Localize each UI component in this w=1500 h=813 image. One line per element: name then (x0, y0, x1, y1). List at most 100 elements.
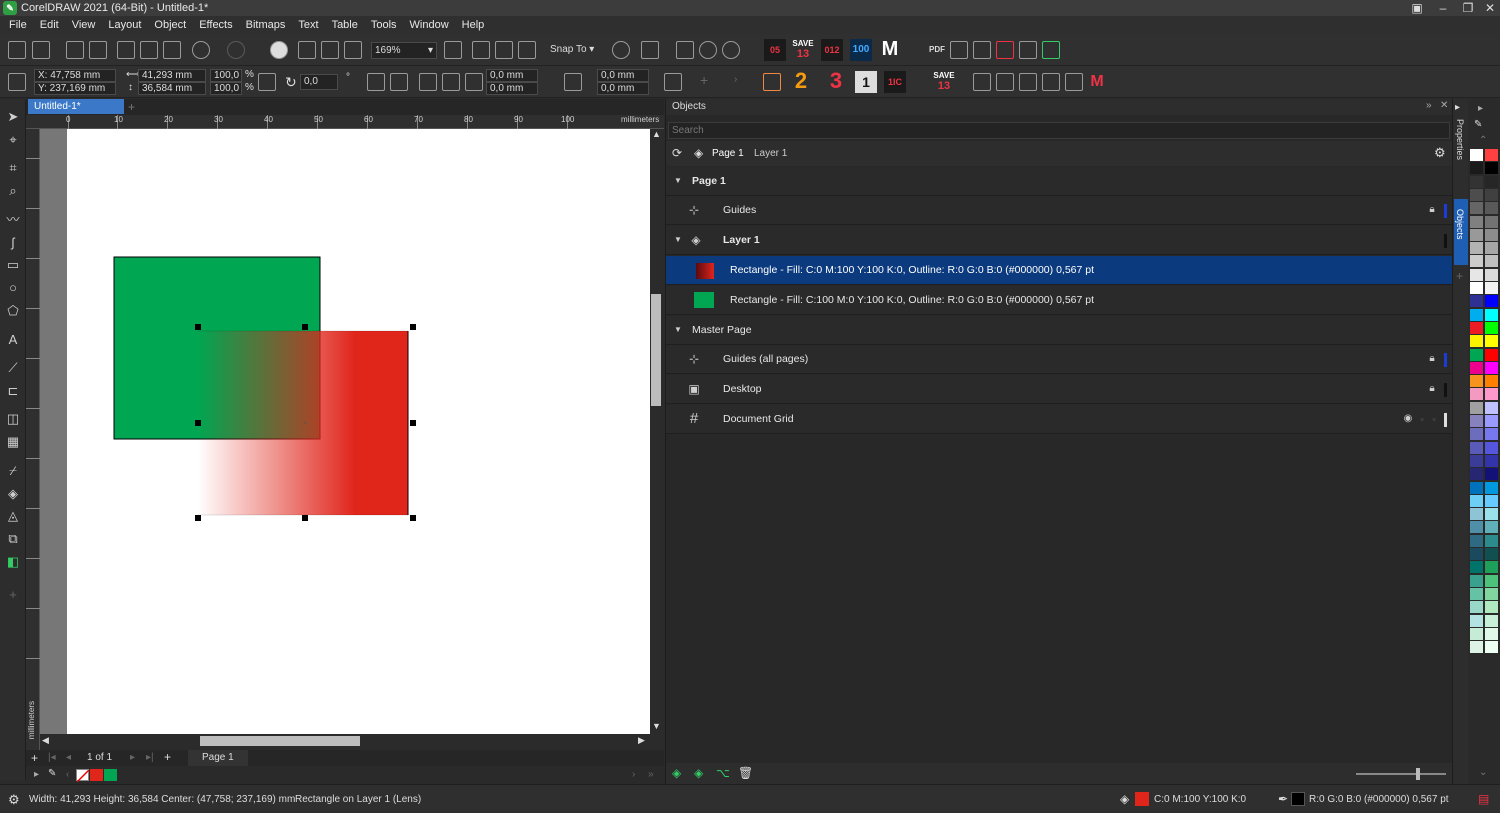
macro-100-icon[interactable]: 100 (850, 39, 872, 61)
scroll-up-icon[interactable]: ▲ (652, 129, 661, 139)
palette-swatch[interactable] (1485, 415, 1498, 427)
lock-icon[interactable]: 🔒︎ (1424, 352, 1440, 366)
macro-tool-h-icon[interactable] (1019, 73, 1037, 91)
menu-help[interactable]: Help (457, 19, 493, 31)
slider-handle[interactable] (1416, 768, 1420, 780)
drop-shadow-tool-icon[interactable]: ◫ (5, 411, 21, 427)
macro-copy-icon[interactable] (763, 73, 781, 91)
palette-swatch[interactable] (1485, 641, 1498, 654)
eyedropper-tool-icon[interactable]: ⌿ (5, 463, 21, 479)
block-shadow-tool-icon[interactable]: ◧ (5, 554, 21, 570)
docker-options-gear-icon[interactable]: ⚙ (1434, 145, 1446, 161)
hints-gear-icon[interactable]: ⚙ (8, 792, 20, 808)
macro-tool-d-icon[interactable] (1019, 41, 1037, 59)
undo-icon[interactable] (192, 41, 210, 59)
object-origin-icon[interactable] (8, 73, 26, 91)
scalloped-corner-icon[interactable] (442, 73, 460, 91)
tree-row-master-page[interactable]: ▼ Master Page (666, 316, 1453, 345)
palette-swatch[interactable] (1485, 188, 1498, 201)
cloud-download-icon[interactable] (722, 41, 740, 59)
export-icon[interactable] (321, 41, 339, 59)
open-icon[interactable] (32, 41, 50, 59)
menu-layout[interactable]: Layout (103, 19, 149, 31)
menu-view[interactable]: View (67, 19, 104, 31)
page-manager-icon[interactable]: ⟳ (672, 146, 682, 160)
palette-swatch[interactable] (1485, 601, 1498, 614)
scroll-left-icon[interactable]: ‹ (66, 769, 69, 780)
lock-corners-icon[interactable] (564, 73, 582, 91)
palette-swatch[interactable] (1485, 255, 1498, 268)
menu-edit[interactable]: Edit (35, 19, 67, 31)
cut-icon[interactable] (117, 41, 135, 59)
move-to-layer-icon[interactable]: ⌥ (716, 766, 730, 780)
height-field[interactable]: 36,584 mm (138, 82, 206, 95)
snap-to-dropdown[interactable]: Snap To ▾ (550, 44, 594, 55)
palette-swatch[interactable] (1470, 375, 1483, 388)
thumbnail-size-slider[interactable] (1356, 773, 1446, 775)
lens-tool-icon[interactable]: ⧉ (5, 531, 21, 547)
lock-ratio-icon[interactable] (258, 73, 276, 91)
first-page-icon[interactable]: |◂ (48, 752, 56, 763)
palette-swatch[interactable] (1470, 521, 1483, 534)
connector-tool-icon[interactable]: ⊏ (5, 383, 21, 399)
palette-swatch[interactable] (1470, 295, 1483, 308)
show-rulers-icon[interactable] (472, 41, 490, 59)
macro-1-icon[interactable]: 1 (855, 71, 877, 93)
selection-handle[interactable] (195, 515, 201, 521)
relative-corner-scaling-icon[interactable] (664, 73, 682, 91)
copy-icon[interactable] (140, 41, 158, 59)
objects-tab[interactable]: Objects (1454, 199, 1468, 265)
palette-swatch[interactable] (1485, 202, 1498, 215)
macro-save13-icon[interactable]: SAVE 13 (792, 39, 814, 61)
palette-swatch[interactable] (1470, 242, 1483, 255)
palette-swatch[interactable] (1470, 481, 1483, 494)
selection-handle[interactable] (410, 515, 416, 521)
menu-file[interactable]: File (4, 19, 35, 31)
palette-swatch[interactable] (1485, 149, 1498, 161)
macro-tool-e-icon[interactable] (1042, 41, 1060, 59)
macro-tool-c-icon[interactable] (996, 41, 1014, 59)
palette-swatch[interactable] (1485, 587, 1498, 600)
help-icon[interactable]: ▣ (1405, 0, 1429, 16)
palette-swatch[interactable] (1470, 361, 1483, 374)
x-position-field[interactable]: X: 47,758 mm (34, 69, 116, 82)
crumb-page[interactable]: Page 1 (712, 148, 744, 159)
tree-row-guides-all-pages[interactable]: ⊹ Guides (all pages) 🔒︎ (666, 345, 1453, 374)
rectangle-tool-icon[interactable]: ▭ (5, 257, 21, 273)
palette-swatch[interactable] (1485, 574, 1498, 587)
palette-scroll-up-icon[interactable]: ⌃ (1479, 135, 1487, 146)
macro-tool-g-icon[interactable] (996, 73, 1014, 91)
palette-swatch[interactable] (1470, 561, 1483, 574)
add-docker-plus-icon[interactable]: + (1456, 269, 1463, 283)
palette-swatch[interactable] (1470, 468, 1483, 481)
tree-row-guides[interactable]: ⊹ Guides 🔒︎ (666, 196, 1453, 225)
width-field[interactable]: 41,293 mm (138, 69, 206, 82)
palette-swatch[interactable] (1485, 228, 1498, 241)
docker-scroll-icon[interactable]: ▸ (1455, 102, 1460, 113)
palette-eyedropper-icon[interactable]: ✎ (1474, 119, 1482, 130)
palette-swatch[interactable] (1485, 282, 1498, 294)
redo-icon[interactable] (227, 41, 245, 59)
macro-pdf-icon[interactable]: PDF (926, 39, 948, 61)
green-swatch[interactable] (104, 769, 117, 781)
mirror-horizontal-icon[interactable] (367, 73, 385, 91)
freehand-tool-icon[interactable]: 〰 (5, 212, 21, 228)
palette-swatch[interactable] (1470, 548, 1483, 560)
parallel-dimension-tool-icon[interactable]: ⟋ (5, 360, 21, 376)
selection-handle[interactable] (302, 324, 308, 330)
save-icon[interactable] (66, 41, 84, 59)
show-guidelines-icon[interactable] (518, 41, 536, 59)
macro-tool-f-icon[interactable] (973, 73, 991, 91)
macro-save13b-icon[interactable]: SAVE 13 (933, 71, 955, 93)
macro-2-icon[interactable]: 2 (790, 70, 812, 92)
palette-swatch[interactable] (1485, 375, 1498, 388)
palette-swatch[interactable] (1470, 614, 1483, 627)
next-page-icon[interactable]: ▸ (130, 752, 135, 763)
import-icon[interactable] (298, 41, 316, 59)
selection-handle[interactable] (195, 420, 201, 426)
palette-swatch[interactable] (1485, 162, 1498, 175)
palette-swatch[interactable] (1470, 441, 1483, 454)
palette-swatch[interactable] (1485, 268, 1498, 281)
palette-swatch[interactable] (1470, 508, 1483, 521)
corner-bottom-left-field[interactable]: 0,0 mm (486, 82, 538, 95)
